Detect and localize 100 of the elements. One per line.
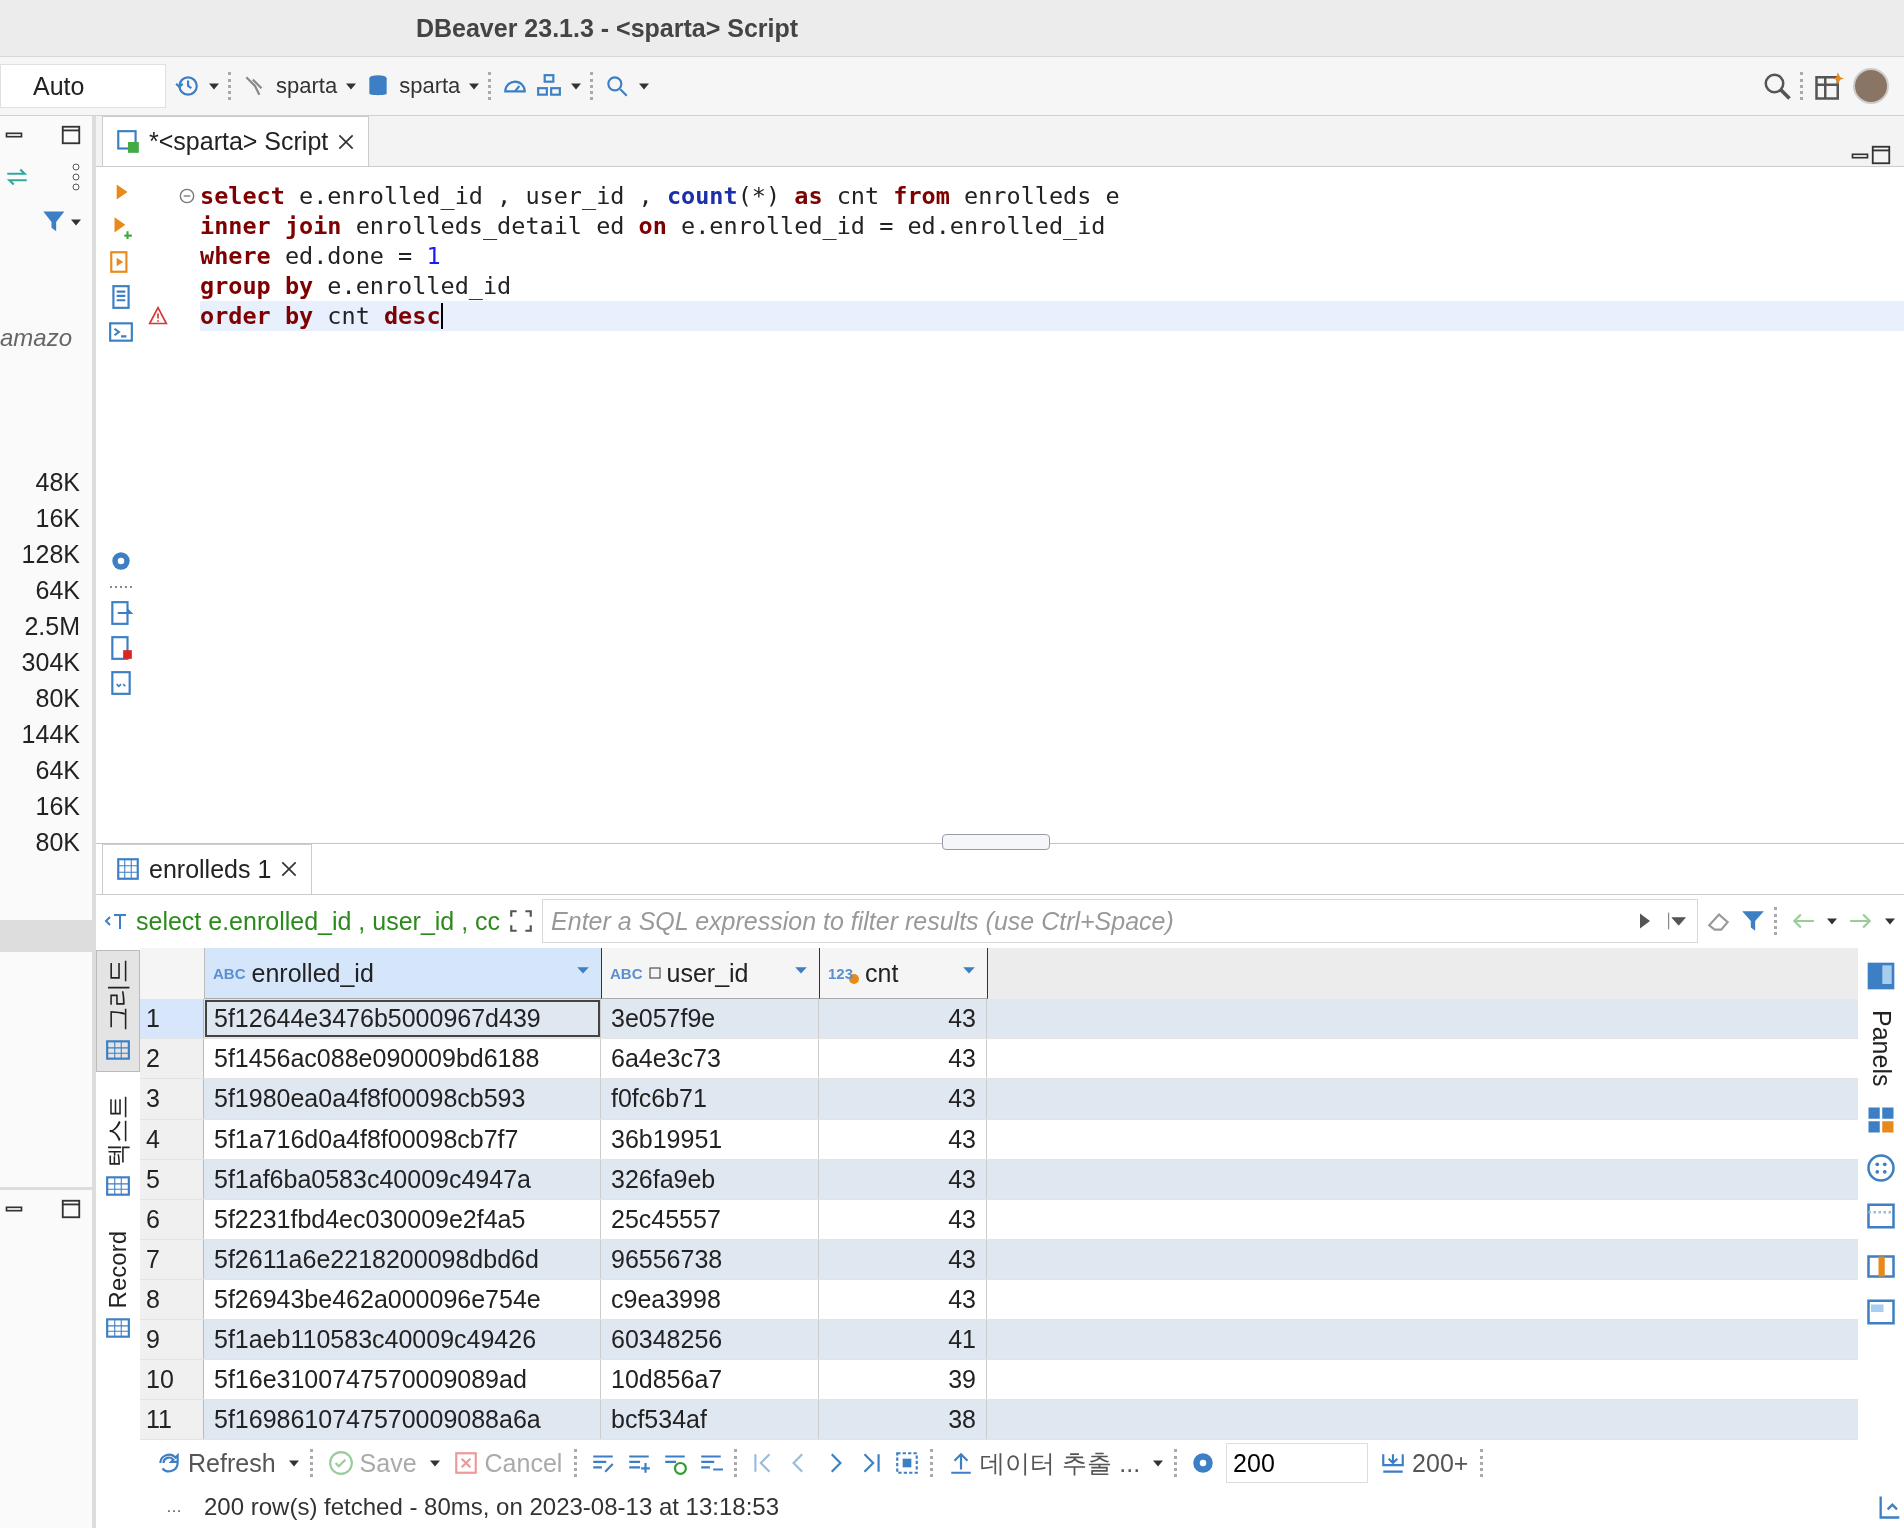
table-cell: 5f2231fbd4ec030009e2f4a5 bbox=[204, 1199, 601, 1239]
warning-icon bbox=[148, 306, 168, 326]
size-value: 64K bbox=[35, 755, 80, 786]
code-line: inner join enrolleds_detail ed on e.enrolled_id = ed.enrolled_id bbox=[200, 211, 1107, 241]
panels-tab[interactable]: Panels bbox=[1866, 1010, 1896, 1087]
size-value: 80K bbox=[35, 827, 80, 858]
script-icon[interactable] bbox=[115, 128, 141, 155]
size-value: 304K bbox=[21, 647, 80, 678]
table-cell: c9ea3998 bbox=[601, 1279, 819, 1320]
fetch-all-button[interactable]: 200+ bbox=[1378, 1448, 1471, 1478]
row-number: 4 bbox=[140, 1119, 204, 1159]
row-number: 8 bbox=[140, 1279, 204, 1320]
table-cell: 39 bbox=[819, 1360, 987, 1400]
dotted-line-icon[interactable] bbox=[108, 583, 134, 591]
schema-selector[interactable]: sparta bbox=[399, 73, 461, 99]
check-circle-icon bbox=[327, 1450, 354, 1477]
cancel-icon bbox=[452, 1450, 479, 1477]
avatar-icon[interactable] bbox=[1852, 67, 1890, 105]
table-cell: 43 bbox=[819, 1119, 987, 1159]
column-header[interactable]: ABC user_id bbox=[602, 948, 820, 1000]
table-cell: f0fc6b71 bbox=[601, 1079, 819, 1119]
filter-input-field[interactable]: Enter a SQL expression to filter results (use Ctrl+Space) bbox=[549, 905, 1627, 937]
code-line: select e.enrolled_id , user_id , count(*) as cnt from enrolleds e bbox=[200, 181, 1121, 211]
table-cell: 5f12644e3476b5000967d439 bbox=[204, 999, 601, 1039]
refresh-button[interactable]: Refresh bbox=[154, 1448, 278, 1478]
export-data-button[interactable]: 데이터 추출 ... bbox=[946, 1446, 1143, 1480]
datasource-selector[interactable]: sparta bbox=[276, 73, 338, 99]
fit-icon[interactable] bbox=[894, 1450, 921, 1477]
view-tab[interactable]: 그리드 bbox=[96, 950, 140, 1073]
export-document-icon[interactable] bbox=[108, 600, 134, 626]
maximize-icon[interactable] bbox=[1870, 144, 1892, 166]
table-cell: 326fa9eb bbox=[601, 1159, 819, 1199]
search-icon[interactable] bbox=[1762, 71, 1792, 101]
table-cell: 3e057f9e bbox=[601, 999, 819, 1039]
connection-label: amazo bbox=[0, 324, 74, 352]
table-cell: 43 bbox=[819, 1159, 987, 1199]
code-line: where ed.done = 1 bbox=[200, 241, 442, 271]
table-cell: 10d856a7 bbox=[601, 1360, 819, 1400]
table-cell: 6a4e3c73 bbox=[601, 1039, 819, 1079]
maximize-icon[interactable] bbox=[60, 1198, 82, 1220]
size-value: 16K bbox=[35, 791, 80, 822]
table-cell: 36b19951 bbox=[601, 1119, 819, 1159]
more-indicator[interactable]: … bbox=[166, 1498, 182, 1517]
table-cell: 43 bbox=[819, 1239, 987, 1279]
row-number: 6 bbox=[140, 1199, 204, 1239]
status-text: 200 row(s) fetched - 80ms, on 2023-08-13 at 13:18:53 bbox=[204, 1493, 779, 1522]
size-value: 48K bbox=[35, 467, 80, 498]
button-icon[interactable] bbox=[1866, 1152, 1896, 1183]
table-cell: 5f1aeb110583c40009c49426 bbox=[204, 1320, 601, 1360]
table-cell: 38 bbox=[819, 1400, 987, 1440]
table-cell: 41 bbox=[819, 1320, 987, 1360]
column-header[interactable]: ABC enrolled_id bbox=[205, 948, 602, 1000]
filter-field[interactable]: Enter a SQL expression to filter results (use Ctrl+Space) bbox=[542, 899, 1698, 944]
row-number: 10 bbox=[140, 1360, 204, 1400]
table-cell: 60348256 bbox=[601, 1320, 819, 1360]
table-cell: 5f1456ac088e090009bd6188 bbox=[204, 1039, 601, 1079]
table-cell: 43 bbox=[819, 1079, 987, 1119]
table-cell: 5f1a716d0a4f8f00098cb7f7 bbox=[204, 1119, 601, 1159]
commit-mode-field[interactable]: Auto bbox=[0, 64, 166, 108]
fetch-size-field[interactable]: 200 bbox=[1226, 1443, 1369, 1484]
table-add-icon[interactable] bbox=[1814, 71, 1844, 101]
script-tab[interactable]: *<sparta> Script bbox=[102, 116, 370, 166]
table-cell: bcf534af bbox=[601, 1400, 819, 1440]
table-icon[interactable] bbox=[115, 856, 141, 882]
view-tab[interactable]: Record bbox=[96, 1222, 140, 1350]
terminal-icon[interactable] bbox=[108, 319, 134, 345]
size-value: 16K bbox=[35, 503, 80, 534]
size-value: 64K bbox=[35, 575, 80, 606]
table-cell: 43 bbox=[819, 1199, 987, 1239]
row-number: 1 bbox=[140, 999, 204, 1039]
hierarchy-icon[interactable] bbox=[536, 73, 563, 99]
code-line: group by e.enrolled_id bbox=[200, 271, 513, 301]
header-corner bbox=[140, 948, 205, 1000]
table-cell: 43 bbox=[819, 1039, 987, 1079]
view-tab[interactable]: 텍스트 bbox=[96, 1086, 140, 1209]
row-number: 3 bbox=[140, 1079, 204, 1119]
size-value: 2.5M bbox=[24, 611, 80, 642]
table-cell: 5f1980ea0a4f8f00098cb593 bbox=[204, 1079, 601, 1119]
results-tab[interactable]: enrolleds 1 bbox=[102, 843, 313, 894]
more-icon[interactable] bbox=[70, 162, 82, 192]
table-cell: 25c45557 bbox=[601, 1199, 819, 1239]
table-cell: 5f1af6ba0583c40009c4947a bbox=[204, 1159, 601, 1199]
fold-icon[interactable] bbox=[179, 188, 195, 204]
query-text: select e.enrolled_id , user_id , cc bbox=[136, 906, 501, 936]
window-title: DBeaver 23.1.3 - <sparta> Script bbox=[415, 13, 799, 43]
maximize-icon[interactable] bbox=[60, 124, 82, 146]
document-error-icon[interactable] bbox=[108, 635, 134, 661]
history-icon[interactable] bbox=[174, 73, 200, 99]
expand-icon[interactable] bbox=[508, 908, 535, 935]
column-header[interactable]: 123 cnt bbox=[820, 948, 988, 1000]
table-cell: 5f26943be462a000096e754e bbox=[204, 1279, 601, 1320]
table-cell: 43 bbox=[819, 999, 987, 1039]
table-cell: 5f2611a6e2218200098dbd6d bbox=[204, 1239, 601, 1279]
row-number: 9 bbox=[140, 1320, 204, 1360]
size-value: 80K bbox=[35, 683, 80, 714]
row-number: 7 bbox=[140, 1239, 204, 1279]
variables-icon[interactable] bbox=[108, 670, 134, 696]
splitter-handle[interactable] bbox=[942, 833, 1050, 850]
size-value: 144K bbox=[21, 719, 80, 750]
table-cell: 5f1698610747570009088a6a bbox=[204, 1400, 601, 1440]
